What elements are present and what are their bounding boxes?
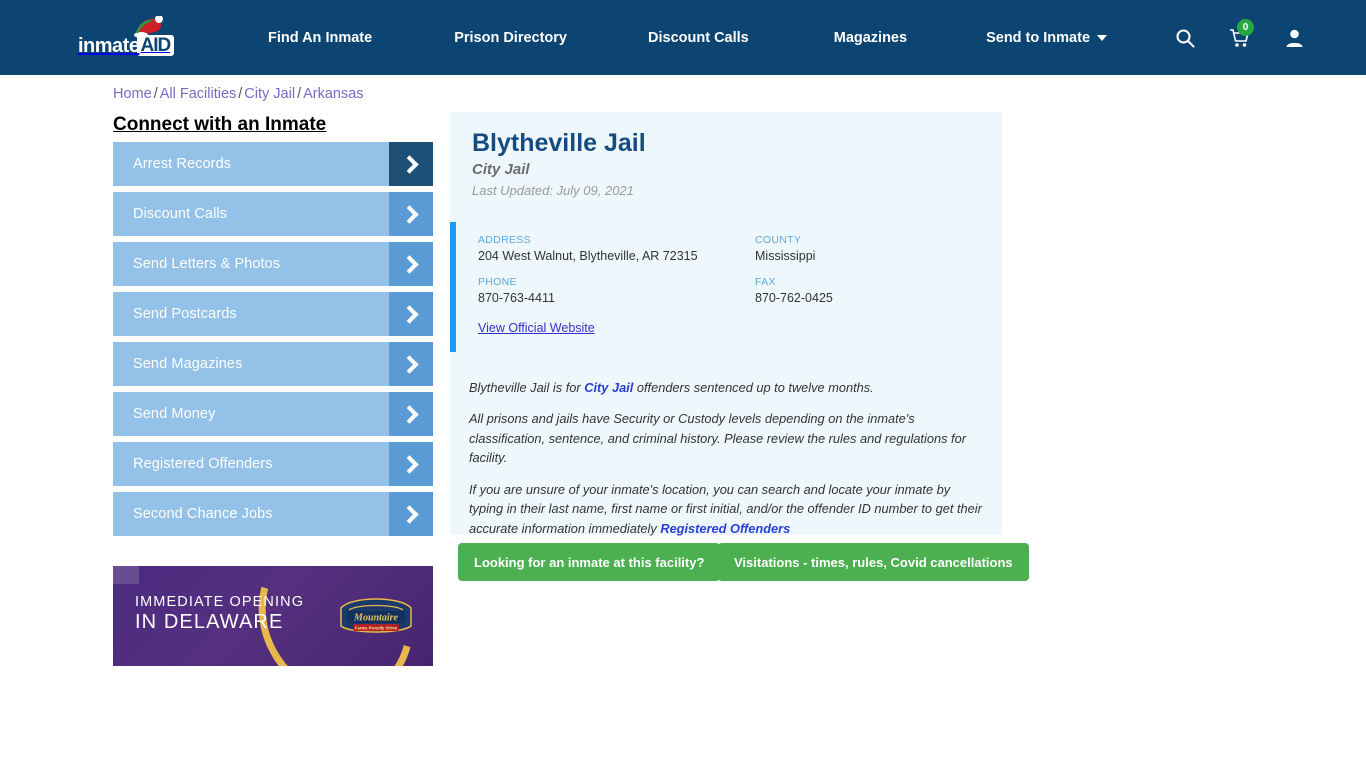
- logo-wordmark: inmate: [78, 35, 140, 57]
- view-official-website-link[interactable]: View Official Website: [478, 321, 595, 335]
- nav-label: Find An Inmate: [268, 29, 373, 46]
- search-button[interactable]: [1175, 28, 1195, 48]
- breadcrumb: Home / All Facilities / City Jail / Arkansas: [113, 86, 364, 102]
- paragraph-text: Blytheville Jail is for: [469, 380, 585, 395]
- nav-item-send-to-inmate[interactable]: Send to Inmate: [986, 29, 1108, 46]
- nav-label: Discount Calls: [648, 29, 749, 46]
- breadcrumb-separator: /: [238, 86, 243, 102]
- chevron-right-icon: [389, 142, 433, 186]
- description-paragraph-2: All prisons and jails have Security or C…: [469, 411, 966, 466]
- sidebar-item-label: Send Money: [133, 406, 216, 422]
- sidebar-item-discount-calls[interactable]: Discount Calls: [113, 192, 433, 236]
- nav-item-prison-directory[interactable]: Prison Directory: [454, 30, 567, 46]
- chevron-down-icon: [1097, 34, 1108, 41]
- chevron-right-icon: [389, 242, 433, 286]
- nav-icon-group: 0: [1175, 0, 1304, 75]
- ad-brand-tagline: Farms Proudly Strive: [355, 626, 398, 631]
- sidebar-item-label: Arrest Records: [133, 156, 232, 172]
- chevron-right-icon: [389, 442, 433, 486]
- detail-value: 870-763-4411: [478, 291, 555, 305]
- ad-line-1: IMMEDIATE OPENING: [135, 594, 305, 610]
- advertisement-banner[interactable]: IMMEDIATE OPENING IN DELAWARE Mountaire …: [113, 566, 433, 666]
- nav-label: Send to Inmate: [986, 29, 1091, 46]
- detail-label: COUNTY: [755, 234, 802, 246]
- mountaire-logo-icon: Mountaire Farms Proudly Strive: [340, 598, 412, 633]
- city-jail-link[interactable]: City Jail: [584, 380, 633, 395]
- facility-details-grid: ADDRESS 204 West Walnut, Blytheville, AR…: [478, 234, 978, 305]
- sidebar-item-send-postcards[interactable]: Send Postcards: [113, 292, 433, 336]
- cart-button[interactable]: 0: [1229, 18, 1254, 48]
- logo-badge: AID: [137, 35, 175, 56]
- user-icon: [1286, 29, 1303, 47]
- page-title: Blytheville Jail: [472, 129, 646, 157]
- sidebar-item-arrest-records[interactable]: Arrest Records: [113, 142, 433, 186]
- sidebar-item-send-letters-photos[interactable]: Send Letters & Photos: [113, 242, 433, 286]
- facility-info-card: Blytheville Jail City Jail Last Updated:…: [450, 112, 1002, 538]
- nav-item-find-an-inmate[interactable]: Find An Inmate: [268, 30, 372, 46]
- breadcrumb-item-city-jail[interactable]: City Jail: [244, 86, 295, 102]
- sidebar-item-label: Send Magazines: [133, 356, 243, 372]
- breadcrumb-separator: /: [153, 86, 158, 102]
- chevron-right-icon: [389, 292, 433, 336]
- breadcrumb-item-arkansas[interactable]: Arkansas: [303, 86, 363, 102]
- chevron-right-icon: [389, 192, 433, 236]
- search-icon: [1176, 29, 1195, 47]
- sidebar-item-label: Discount Calls: [133, 206, 228, 222]
- detail-phone: PHONE 870-763-4411: [478, 276, 755, 305]
- detail-fax: FAX 870-762-0425: [755, 276, 978, 305]
- sidebar-heading: Connect with an Inmate: [113, 114, 327, 135]
- site-logo[interactable]: inmate AID: [78, 16, 186, 57]
- ad-corner-accent: [113, 566, 139, 584]
- detail-label: ADDRESS: [478, 234, 531, 246]
- nav-item-magazines[interactable]: Magazines: [834, 30, 907, 46]
- sidebar-item-send-money[interactable]: Send Money: [113, 392, 433, 436]
- registered-offenders-link[interactable]: Registered Offenders: [660, 521, 790, 536]
- sidebar-item-label: Send Letters & Photos: [133, 256, 281, 272]
- sidebar-menu: Arrest Records Discount Calls Send Lette…: [113, 142, 433, 542]
- breadcrumb-separator: /: [297, 86, 302, 102]
- sidebar-item-registered-offenders[interactable]: Registered Offenders: [113, 442, 433, 486]
- description-paragraph-1: Blytheville Jail is for City Jail offend…: [469, 378, 983, 397]
- accent-bar: [450, 222, 456, 352]
- detail-county: COUNTY Mississippi: [755, 234, 978, 263]
- primary-nav-links: Find An Inmate Prison Directory Discount…: [268, 0, 1108, 75]
- detail-value: 204 West Walnut, Blytheville, AR 72315: [478, 249, 698, 263]
- chevron-right-icon: [389, 492, 433, 536]
- nav-item-discount-calls[interactable]: Discount Calls: [648, 30, 749, 46]
- sidebar-item-label: Send Postcards: [133, 306, 237, 322]
- sidebar-item-second-chance-jobs[interactable]: Second Chance Jobs: [113, 492, 433, 536]
- breadcrumb-item-all-facilities[interactable]: All Facilities: [160, 86, 237, 102]
- detail-label: PHONE: [478, 276, 517, 288]
- ad-line-2: IN DELAWARE: [135, 611, 284, 634]
- nav-label: Prison Directory: [454, 29, 568, 46]
- breadcrumb-item-home[interactable]: Home: [113, 86, 152, 102]
- sidebar-item-label: Second Chance Jobs: [133, 506, 273, 522]
- last-updated-text: Last Updated: July 09, 2021: [472, 183, 634, 198]
- user-account-button[interactable]: [1285, 28, 1304, 48]
- paragraph-text: offenders sentenced up to twelve months.: [633, 380, 874, 395]
- facility-type: City Jail: [472, 161, 530, 178]
- sidebar-item-label: Registered Offenders: [133, 456, 273, 472]
- ad-text-block: IMMEDIATE OPENING IN DELAWARE: [135, 594, 304, 635]
- inmate-search-button[interactable]: Looking for an inmate at this facility?: [458, 543, 721, 581]
- detail-label: FAX: [755, 276, 776, 288]
- chevron-right-icon: [389, 342, 433, 386]
- cart-count-badge: 0: [1237, 18, 1254, 36]
- facility-description: Blytheville Jail is for City Jail offend…: [469, 378, 983, 538]
- ad-brand-name: Mountaire: [353, 613, 398, 624]
- detail-value: 870-762-0425: [755, 291, 833, 305]
- description-paragraph-3: If you are unsure of your inmate's locat…: [469, 480, 983, 538]
- detail-value: Mississippi: [755, 249, 816, 263]
- sidebar-item-send-magazines[interactable]: Send Magazines: [113, 342, 433, 386]
- santa-hat-icon: [134, 16, 163, 38]
- chevron-right-icon: [389, 392, 433, 436]
- detail-address: ADDRESS 204 West Walnut, Blytheville, AR…: [478, 234, 755, 263]
- top-navigation-bar: inmate AID Find An Inmate Prison Directo…: [0, 0, 1366, 75]
- visitations-button[interactable]: Visitations - times, rules, Covid cancel…: [718, 543, 1029, 581]
- nav-label: Magazines: [833, 29, 908, 46]
